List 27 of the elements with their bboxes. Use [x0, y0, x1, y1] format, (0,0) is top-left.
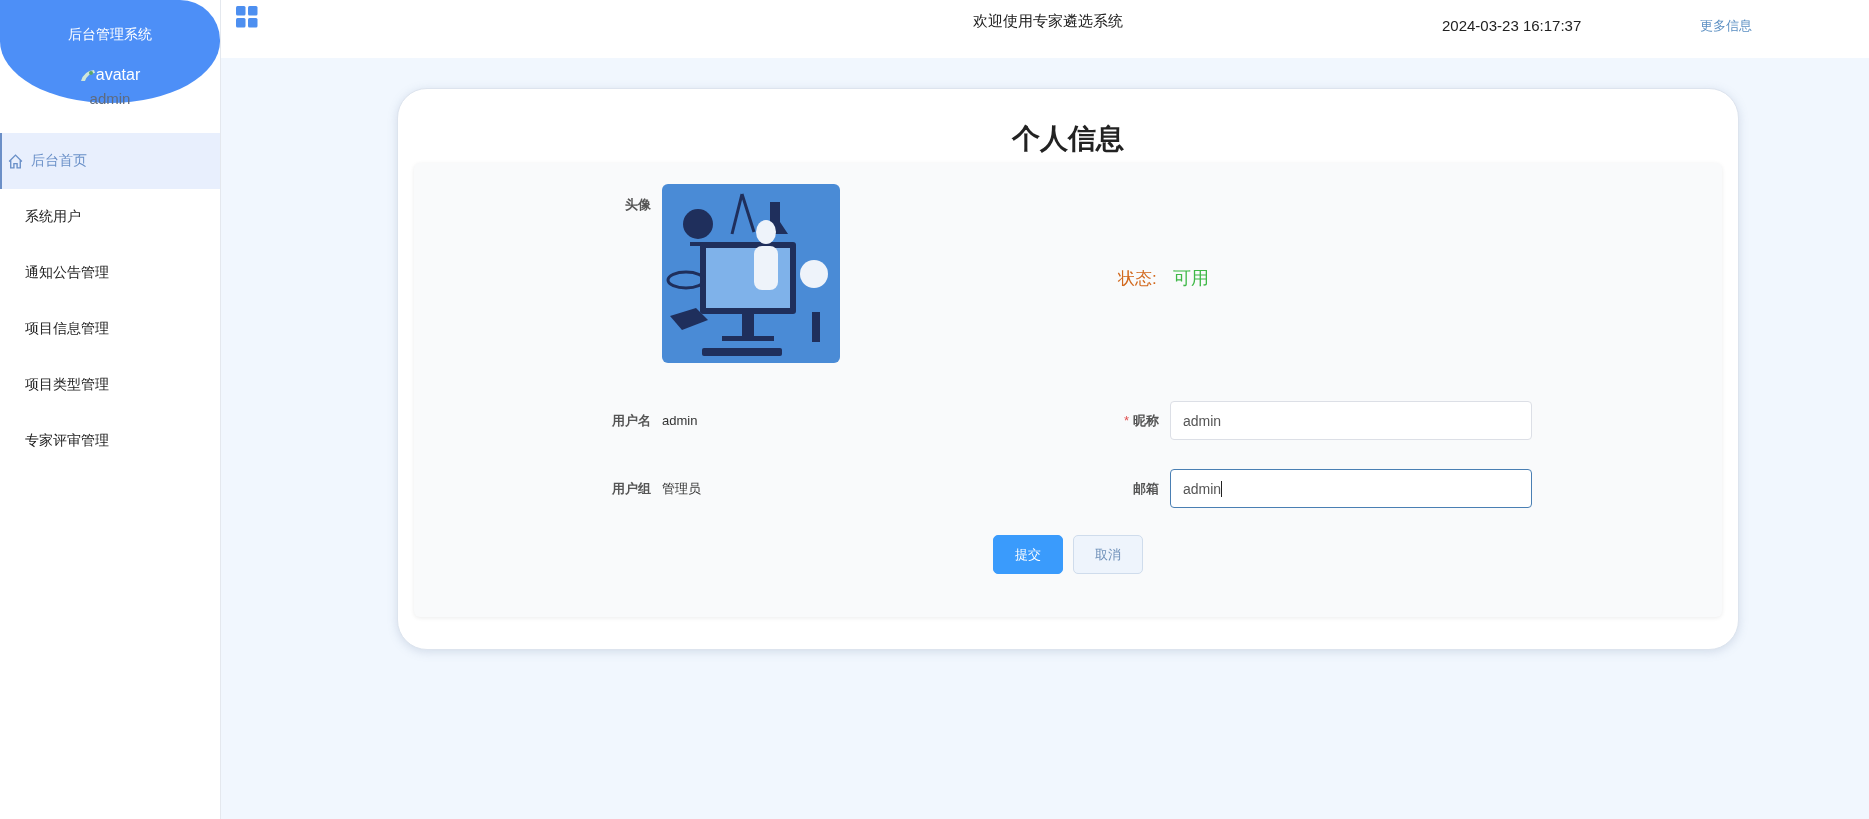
field-label: 头像 — [624, 196, 651, 214]
datetime: 2024-03-23 16:17:37 — [1442, 17, 1582, 34]
status-value: 可用 — [1172, 267, 1209, 290]
status-label: 状态: — [1118, 268, 1157, 290]
required-mark: * — [1123, 412, 1129, 428]
field-label: 邮箱 — [1133, 480, 1159, 496]
page-title: 个人信息 — [1010, 122, 1125, 156]
home-icon — [7, 152, 24, 170]
field-label: 昵称 — [1133, 412, 1159, 428]
username: admin — [88, 90, 132, 107]
avatar-alt-text: avatar — [79, 66, 141, 84]
broken-image-icon — [79, 67, 96, 83]
sidebar-item[interactable]: 项目类型管理 — [0, 357, 220, 413]
sidebar-item[interactable]: 系统用户 — [0, 189, 220, 245]
field-value: admin — [662, 413, 699, 428]
sidebar-item[interactable]: 专家评审管理 — [0, 413, 220, 469]
system-title: 后台管理系统 — [68, 26, 152, 44]
input-field[interactable]: admin — [1170, 469, 1532, 508]
more-info-link[interactable]: 更多信息 — [1700, 17, 1753, 35]
sidebar-item[interactable]: 项目信息管理 — [0, 301, 220, 357]
field-value: 管理员 — [662, 479, 702, 498]
welcome-text: 欢迎使用专家遴选系统 — [972, 12, 1124, 31]
field-label: 用户名 — [612, 412, 651, 428]
grid-menu-icon[interactable] — [236, 6, 258, 28]
input-field[interactable]: admin — [1170, 401, 1532, 440]
field-label: 用户组 — [612, 480, 651, 496]
sidebar-item[interactable]: 通知公告管理 — [0, 245, 220, 301]
